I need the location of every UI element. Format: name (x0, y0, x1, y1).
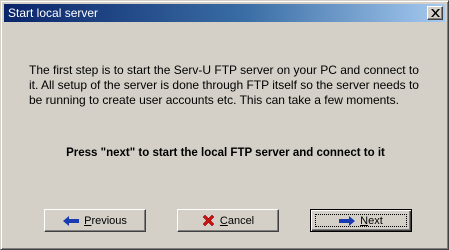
next-button[interactable]: Next (310, 209, 412, 232)
previous-label: Previous (84, 214, 127, 227)
next-label: Next (360, 214, 383, 227)
description-text: The first step is to start the Serv-U FT… (29, 63, 419, 107)
arrow-right-icon (339, 215, 356, 226)
cancel-label: Cancel (219, 214, 255, 227)
arrow-left-icon (63, 215, 80, 226)
dialog-window: Start local server The first step is to … (0, 0, 449, 250)
cancel-button[interactable]: Cancel (177, 209, 279, 232)
close-button[interactable] (427, 6, 443, 20)
close-x-icon (431, 9, 440, 17)
title-bar[interactable]: Start local server (4, 4, 445, 22)
instruction-text: Press "next" to start the local FTP serv… (66, 147, 385, 159)
red-x-icon (202, 214, 215, 227)
previous-button[interactable]: Previous (44, 209, 146, 232)
window-title: Start local server (8, 6, 99, 20)
